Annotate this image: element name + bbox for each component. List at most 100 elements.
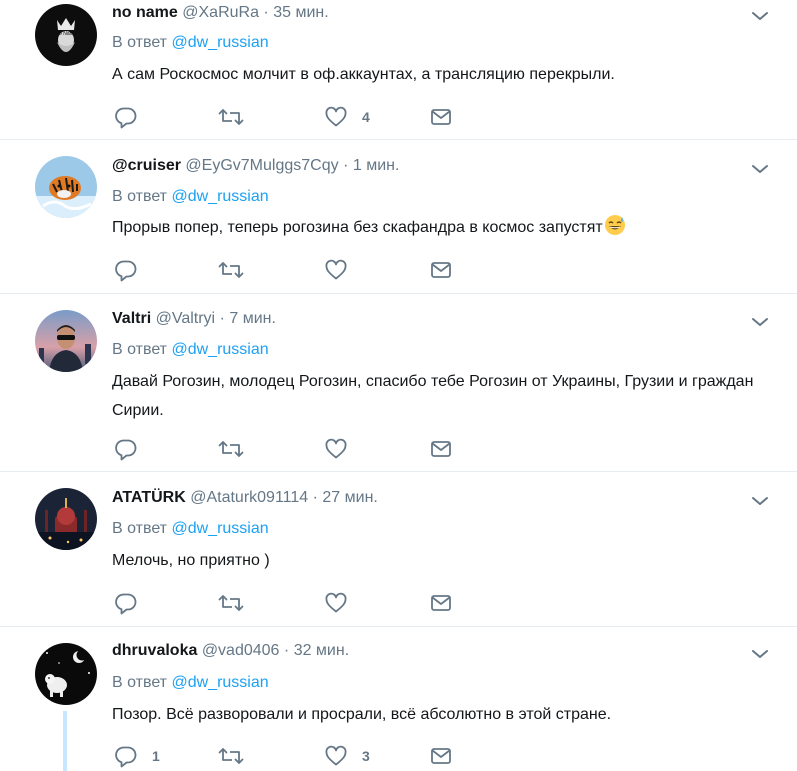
like-button[interactable] [324, 591, 362, 615]
mention-link[interactable]: @dw_russian [171, 674, 268, 691]
reply-icon [115, 593, 137, 615]
separator: · [283, 642, 290, 659]
avatar[interactable] [35, 310, 97, 372]
like-button[interactable]: 3 [324, 744, 370, 768]
reply-icon [115, 260, 137, 282]
tweet-text: Позор. Всё разворовали и просрали, всё а… [112, 706, 612, 723]
reply-icon [115, 439, 137, 461]
like-button[interactable] [324, 437, 362, 461]
display-name[interactable]: @cruiser [112, 157, 181, 174]
dm-button[interactable] [429, 105, 453, 129]
retweet-button[interactable] [218, 744, 244, 768]
reply-prefix: В ответ [112, 520, 168, 537]
display-name[interactable]: Valtri [112, 310, 151, 327]
retweet-button[interactable] [218, 437, 244, 461]
tweet[interactable]: @cruiser @EyGv7Mulggs7Cqy · 1 мин. В отв… [0, 140, 797, 294]
retweet-icon [218, 441, 244, 457]
tweet[interactable]: dhruvaloka @vad0406 · 32 мин. В ответ @d… [0, 627, 797, 771]
heart-icon [325, 259, 347, 280]
heart-icon [325, 592, 347, 613]
separator: · [312, 489, 318, 506]
avatar[interactable] [35, 156, 97, 218]
thread-line [63, 711, 67, 771]
handle[interactable]: @Ataturk091114 [190, 489, 308, 506]
mention-link[interactable]: @dw_russian [171, 34, 268, 51]
avatar[interactable] [35, 643, 97, 705]
chevron-down-icon[interactable] [750, 159, 770, 179]
reply-context: В ответ @dw_russian [112, 33, 269, 53]
reply-icon [115, 746, 137, 768]
handle[interactable]: @Valtryi [156, 310, 216, 327]
timestamp[interactable]: 1 мин. [353, 157, 400, 174]
reply-prefix: В ответ [112, 188, 168, 205]
timestamp[interactable]: 27 мин. [322, 489, 377, 506]
separator: · [263, 4, 269, 21]
reply-button[interactable]: 1 [114, 744, 160, 768]
retweet-button[interactable] [218, 105, 244, 129]
mention-link[interactable]: @dw_russian [171, 520, 268, 537]
reply-count: 1 [152, 748, 160, 764]
tweet-text-body: Прорыв попер, теперь рогозина без скафан… [112, 219, 603, 236]
retweet-button[interactable] [218, 591, 244, 615]
mention-link[interactable]: @dw_russian [171, 341, 268, 358]
sweat-smile-emoji [604, 215, 625, 235]
reply-context: В ответ @dw_russian [112, 519, 269, 539]
action-bar [112, 437, 472, 461]
separator: · [343, 157, 349, 174]
tweet[interactable]: ATATÜRK @Ataturk091114 · 27 мин. В ответ… [0, 472, 797, 627]
envelope-icon [431, 109, 451, 125]
heart-icon [325, 745, 347, 766]
tweet[interactable]: No Name no name @XaRuRa · 35 мин. В отве… [0, 0, 797, 140]
chevron-down-icon[interactable] [750, 312, 770, 332]
tweet-text: Давай Рогозин, молодец Рогозин, спасибо … [112, 373, 754, 419]
chevron-down-icon[interactable] [750, 491, 770, 511]
timestamp[interactable]: 32 мин. [294, 642, 349, 659]
like-button[interactable]: 4 [324, 105, 370, 129]
avatar[interactable]: No Name [35, 4, 97, 66]
heart-icon [325, 438, 347, 459]
reply-context: В ответ @dw_russian [112, 673, 269, 693]
reply-button[interactable] [114, 437, 152, 461]
tweet-text: А сам Роскосмос молчит в оф.аккаунтах, а… [112, 66, 615, 83]
reply-icon [115, 107, 137, 129]
dm-button[interactable] [429, 258, 453, 282]
reply-context: В ответ @dw_russian [112, 340, 269, 360]
action-bar [112, 591, 472, 615]
handle[interactable]: @vad0406 [202, 642, 280, 659]
display-name[interactable]: ATATÜRK [112, 489, 186, 506]
tweet-text: Мелочь, но приятно ) [112, 552, 270, 569]
envelope-icon [431, 262, 451, 278]
reply-button[interactable] [114, 105, 152, 129]
reply-button[interactable] [114, 258, 152, 282]
reply-prefix: В ответ [112, 34, 168, 51]
separator: · [219, 310, 225, 327]
like-count: 4 [362, 109, 370, 125]
dm-button[interactable] [429, 591, 453, 615]
like-button[interactable] [324, 258, 362, 282]
reply-context: В ответ @dw_russian [112, 187, 269, 207]
retweet-icon [218, 748, 244, 764]
dm-button[interactable] [429, 744, 453, 768]
retweet-icon [218, 109, 244, 125]
dm-button[interactable] [429, 437, 453, 461]
heart-icon [325, 106, 347, 127]
mention-link[interactable]: @dw_russian [171, 188, 268, 205]
retweet-icon [218, 595, 244, 611]
retweet-button[interactable] [218, 258, 244, 282]
reply-button[interactable] [114, 591, 152, 615]
envelope-icon [431, 595, 451, 611]
handle[interactable]: @XaRuRa [182, 4, 259, 21]
reply-prefix: В ответ [112, 341, 168, 358]
timestamp[interactable]: 7 мин. [229, 310, 276, 327]
tweet[interactable]: Valtri @Valtryi · 7 мин. В ответ @dw_rus… [0, 294, 797, 472]
action-bar [112, 258, 472, 282]
display-name[interactable]: no name [112, 4, 178, 21]
avatar[interactable] [35, 488, 97, 550]
chevron-down-icon[interactable] [750, 6, 770, 26]
tweet-text: Прорыв попер, теперь рогозина без скафан… [112, 213, 772, 242]
display-name[interactable]: dhruvaloka [112, 642, 197, 659]
timestamp[interactable]: 35 мин. [273, 4, 328, 21]
chevron-down-icon[interactable] [750, 644, 770, 664]
envelope-icon [431, 748, 451, 764]
handle[interactable]: @EyGv7Mulggs7Cqy [185, 157, 338, 174]
